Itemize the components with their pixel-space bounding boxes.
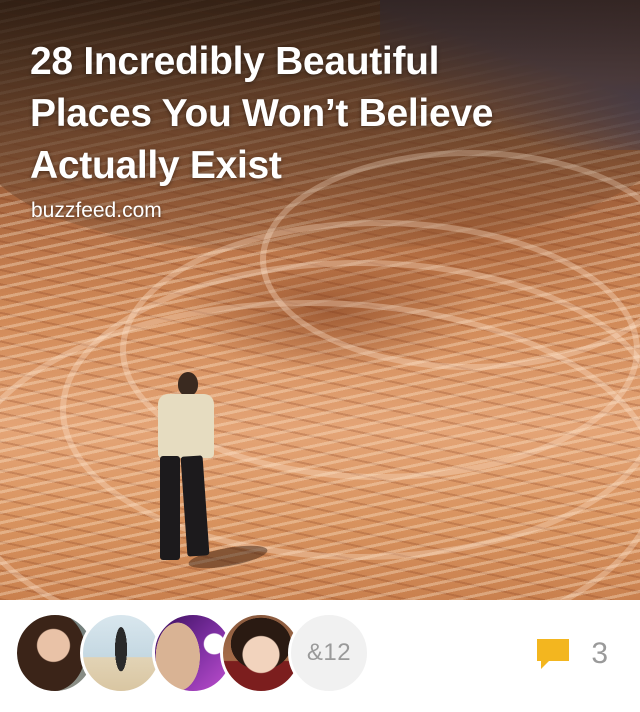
more-avatars-badge[interactable]: &12 bbox=[288, 612, 370, 694]
story-title[interactable]: 28 Incredibly Beautiful Places You Won’t… bbox=[30, 36, 570, 192]
story-title-line: 28 Incredibly Beautiful bbox=[30, 40, 440, 83]
story-title-line: Places You Won’t Believe bbox=[30, 92, 494, 135]
comment-count: 3 bbox=[591, 637, 608, 670]
card-footer: &12 3 bbox=[0, 600, 640, 712]
avatar-stack[interactable]: &12 bbox=[14, 612, 374, 694]
avatar[interactable] bbox=[80, 612, 162, 694]
hero-image[interactable]: 28 Incredibly Beautiful Places You Won’t… bbox=[0, 0, 640, 600]
hiker-leg bbox=[180, 455, 210, 557]
story-title-line: Actually Exist bbox=[30, 144, 282, 187]
comments-button[interactable]: 3 bbox=[535, 636, 608, 672]
hiker-head bbox=[178, 372, 198, 396]
hiker-figure bbox=[148, 372, 269, 573]
hiker-shirt bbox=[158, 394, 214, 458]
speech-bubble-icon bbox=[537, 639, 570, 669]
story-card[interactable]: 28 Incredibly Beautiful Places You Won’t… bbox=[0, 0, 640, 712]
hiker-leg bbox=[160, 456, 180, 560]
source-domain[interactable]: buzzfeed.com bbox=[31, 198, 162, 224]
